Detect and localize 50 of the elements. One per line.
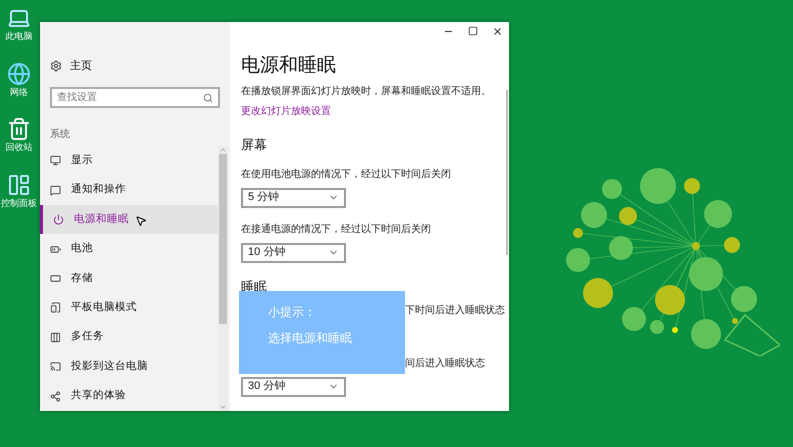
scrollbar-thumb[interactable]	[219, 154, 227, 324]
globe-icon[interactable]	[7, 62, 31, 86]
setting-label: 间后进入睡眠状态	[405, 356, 486, 370]
dropdown[interactable]: 30 分钟	[241, 376, 346, 396]
power-icon	[53, 214, 64, 226]
info-text: 在播放锁屏界面幻灯片放映时，屏幕和睡眠设置不适用。	[241, 84, 492, 99]
desktop-icon-label: 此电脑	[6, 30, 32, 43]
scroll-down-icon[interactable]	[219, 403, 227, 411]
tip-title: 小提示：	[268, 304, 317, 321]
nav-item[interactable]: 投影到这台电脑	[40, 352, 218, 382]
nav-item[interactable]: 电池	[40, 234, 218, 264]
drive-icon	[50, 272, 61, 284]
nav-item[interactable]: 电源和睡眠	[40, 204, 218, 234]
monitor-icon	[50, 155, 61, 166]
nav-item[interactable]: 平板电脑模式	[40, 293, 218, 323]
dropdown[interactable]: 5 分钟	[241, 188, 346, 208]
desktop-icon-label: 控制面板	[1, 196, 37, 210]
control-panel-icon[interactable]	[7, 172, 31, 196]
scroll-up-icon[interactable]	[219, 146, 227, 154]
nav-item[interactable]: 多任务	[40, 322, 218, 352]
setting-label: 下时间后进入睡眠状态	[405, 304, 506, 318]
columns-icon	[50, 332, 61, 343]
search-field[interactable]: 查找设置	[50, 87, 220, 108]
share-icon	[50, 390, 61, 402]
settings-icon[interactable]	[50, 60, 62, 72]
nav-item[interactable]: 共享的体验	[40, 382, 218, 411]
tablet-icon	[50, 302, 61, 314]
search-icon[interactable]	[203, 92, 213, 102]
home-link[interactable]: 主页	[70, 58, 92, 74]
desktop-icon-label: 网络	[10, 86, 28, 98]
setting-label: 在接通电源的情况下，经过以下时间后关闭	[241, 222, 432, 236]
mouse-cursor-icon	[135, 214, 147, 227]
close-icon[interactable]	[492, 26, 503, 37]
slideshow-settings-link[interactable]: 更改幻灯片放映设置	[241, 104, 509, 119]
tip-text: 选择电源和睡眠	[268, 330, 353, 347]
desktop-icon-label: 回收站	[6, 141, 32, 154]
page-title: 电源和睡眠	[241, 54, 337, 78]
section-heading: 系统	[49, 128, 71, 142]
scrollbar[interactable]	[218, 146, 228, 411]
nav-item[interactable]: 显示	[40, 146, 218, 176]
maximize-icon[interactable]	[468, 26, 478, 36]
cast-icon	[50, 361, 61, 372]
battery-icon	[50, 244, 61, 255]
nav-item[interactable]: 存储	[40, 264, 218, 294]
speech-bubble-icon	[50, 184, 61, 196]
recycle-bin-icon[interactable]	[7, 117, 31, 141]
setting-label: 在使用电池电源的情况下，经过以下时间后关闭	[241, 168, 452, 182]
dropdown[interactable]: 10 分钟	[241, 242, 346, 262]
nav-item[interactable]: 通知和操作	[40, 175, 218, 205]
section-heading: 屏幕	[241, 136, 268, 154]
